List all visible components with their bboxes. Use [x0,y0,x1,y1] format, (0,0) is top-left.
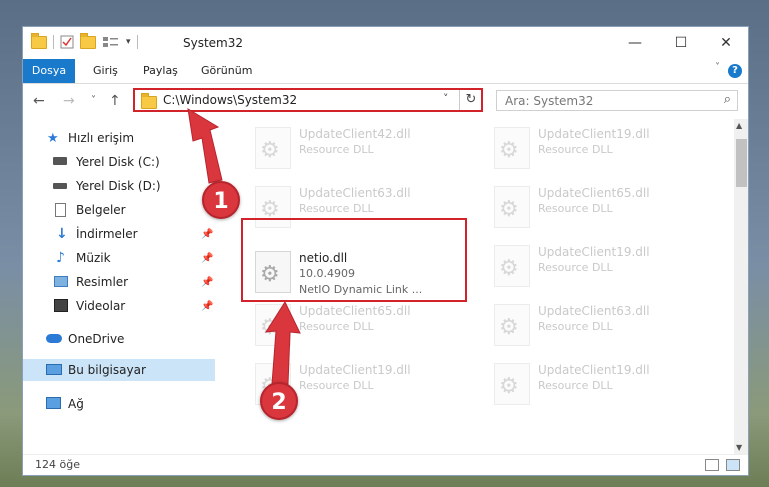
arrow-to-netio [265,300,301,385]
annotation-arrows [187,108,301,385]
arrow-to-address-bar [187,108,223,184]
step-1-badge: 1 [202,181,240,219]
step-2-badge: 2 [260,382,298,420]
